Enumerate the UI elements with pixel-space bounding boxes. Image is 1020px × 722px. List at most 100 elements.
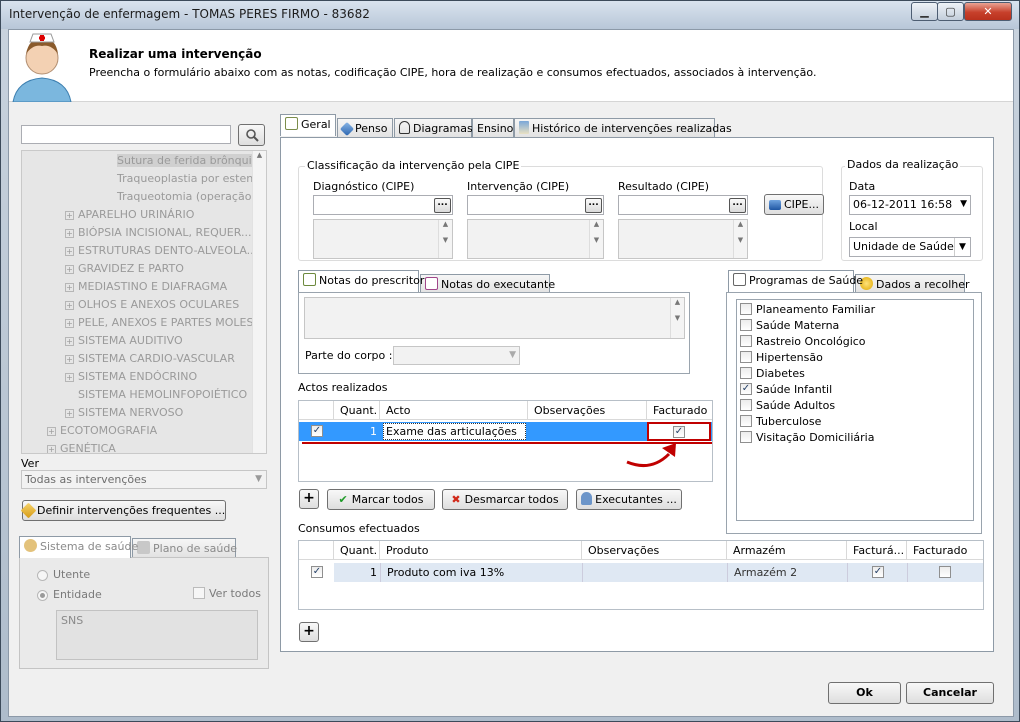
programa-item[interactable]: Rastreio Oncológico bbox=[739, 334, 969, 350]
programa-checkbox[interactable] bbox=[740, 415, 752, 427]
maximize-button[interactable]: ▢ bbox=[937, 2, 964, 21]
col-facturado[interactable]: Facturado bbox=[647, 401, 712, 420]
col-facturado[interactable]: Facturado bbox=[907, 541, 983, 560]
programa-item[interactable]: Diabetes bbox=[739, 366, 969, 382]
programas-list[interactable]: Planeamento Familiar Saúde Materna Rastrei… bbox=[736, 299, 974, 521]
expand-icon[interactable]: + bbox=[47, 427, 56, 436]
tree-item[interactable]: + BIÓPSIA INCISIONAL, REQUER... bbox=[22, 224, 251, 242]
intervencao-input[interactable] bbox=[467, 195, 604, 215]
col-acto[interactable]: Acto bbox=[380, 401, 528, 420]
tab-sistema-saude[interactable]: Sistema de saúde bbox=[19, 536, 138, 558]
local-select[interactable]: Unidade de Saúde E ▼ bbox=[849, 237, 971, 257]
expand-icon[interactable]: + bbox=[65, 409, 74, 418]
expand-icon[interactable]: + bbox=[65, 265, 74, 274]
minimize-button[interactable]: ▁ bbox=[911, 2, 938, 21]
tree-item[interactable]: + GRAVIDEZ E PARTO bbox=[22, 260, 184, 278]
executantes-button[interactable]: Executantes ... bbox=[576, 489, 682, 510]
programa-item[interactable]: Saúde Adultos bbox=[739, 398, 969, 414]
data-input[interactable]: 06-12-2011 16:58 ▼ bbox=[849, 195, 971, 215]
programa-checkbox[interactable] bbox=[740, 399, 752, 411]
programa-item[interactable]: ✓ Saúde Infantil bbox=[739, 382, 969, 398]
tree-item[interactable]: Traqueoplastia por esten... bbox=[22, 170, 264, 188]
programa-item[interactable]: Hipertensão bbox=[739, 350, 969, 366]
tree-item[interactable]: + OLHOS E ANEXOS OCULARES bbox=[22, 296, 239, 314]
close-button[interactable]: ✕ bbox=[964, 2, 1012, 21]
tree-item[interactable]: SISTEMA HEMOLINFOPOIÉTICO bbox=[22, 386, 247, 404]
tab-notas-prescritor[interactable]: Notas do prescritor bbox=[298, 270, 424, 292]
expand-icon[interactable]: + bbox=[65, 283, 74, 292]
programa-checkbox[interactable] bbox=[740, 431, 752, 443]
ver-todos-checkbox[interactable] bbox=[193, 587, 205, 599]
programa-checkbox[interactable] bbox=[740, 335, 752, 347]
tree-item[interactable]: + SISTEMA NERVOSO bbox=[22, 404, 183, 422]
table-row[interactable]: ✓ 1 Exame das articulações ✓ bbox=[299, 422, 712, 441]
resultado-browse-button[interactable]: ... bbox=[729, 198, 746, 213]
tab-diagramas[interactable]: Diagramas bbox=[394, 118, 473, 138]
tab-notas-executante[interactable]: Notas do executante bbox=[420, 274, 555, 294]
tab-historico[interactable]: Histórico de intervenções realizadas bbox=[514, 118, 732, 138]
expand-icon[interactable]: + bbox=[65, 337, 74, 346]
tab-plano-saude[interactable]: Plano de saúde bbox=[132, 538, 237, 558]
ver-select[interactable]: Todas as intervenções ▼ bbox=[21, 470, 267, 489]
programa-checkbox[interactable] bbox=[740, 351, 752, 363]
tab-geral[interactable]: Geral bbox=[280, 114, 336, 136]
programa-item[interactable]: Tuberculose bbox=[739, 414, 969, 430]
col-produto[interactable]: Produto bbox=[380, 541, 582, 560]
tree-item[interactable]: Traqueotomia (operação... bbox=[22, 188, 262, 206]
expand-icon[interactable]: + bbox=[47, 445, 56, 453]
diagnostico-input[interactable] bbox=[313, 195, 453, 215]
sns-list[interactable]: SNS bbox=[56, 610, 258, 660]
row-select-checkbox[interactable]: ✓ bbox=[311, 425, 323, 437]
desmarcar-todos-button[interactable]: ✖ Desmarcar todos bbox=[442, 489, 568, 510]
define-frequent-button[interactable]: Definir intervenções frequentes ... bbox=[20, 500, 226, 521]
intervencao-list[interactable]: ▲ ▼ bbox=[467, 219, 604, 259]
expand-icon[interactable]: + bbox=[65, 247, 74, 256]
tree-item[interactable]: + ESTRUTURAS DENTO-ALVEOLA... bbox=[22, 242, 257, 260]
intervention-tree[interactable]: Sutura de ferida brônquica Traqueoplastia… bbox=[21, 150, 267, 454]
resultado-list[interactable]: ▲ ▼ bbox=[618, 219, 748, 259]
row-facturado-checkbox[interactable] bbox=[939, 566, 951, 578]
programa-item[interactable]: Saúde Materna bbox=[739, 318, 969, 334]
expand-icon[interactable]: + bbox=[65, 373, 74, 382]
add-consumo-button[interactable]: + bbox=[299, 622, 319, 642]
row-facturavel-checkbox[interactable]: ✓ bbox=[872, 566, 884, 578]
col-quant[interactable]: Quant. bbox=[334, 541, 380, 560]
cancel-button[interactable]: Cancelar bbox=[906, 682, 994, 704]
row-facturado-checkbox[interactable]: ✓ bbox=[673, 426, 685, 438]
search-button[interactable] bbox=[238, 124, 265, 146]
diagnostico-browse-button[interactable]: ... bbox=[434, 198, 451, 213]
programa-item[interactable]: Planeamento Familiar bbox=[739, 302, 969, 318]
tree-item[interactable]: Sutura de ferida brônquica bbox=[22, 152, 265, 170]
expand-icon[interactable]: + bbox=[65, 301, 74, 310]
col-observacoes[interactable]: Observações bbox=[528, 401, 647, 420]
expand-icon[interactable]: + bbox=[65, 211, 74, 220]
cipe-button[interactable]: CIPE... bbox=[764, 194, 824, 215]
expand-icon[interactable]: + bbox=[65, 355, 74, 364]
tree-item[interactable]: + PELE, ANEXOS E PARTES MOLES bbox=[22, 314, 253, 332]
expand-icon[interactable]: + bbox=[65, 319, 74, 328]
row-acto[interactable]: Exame das articulações bbox=[383, 423, 526, 440]
programa-item[interactable]: Visitação Domiciliária bbox=[739, 430, 969, 446]
programa-checkbox[interactable] bbox=[740, 303, 752, 315]
tree-item[interactable]: + GENÉTICA bbox=[22, 440, 116, 453]
table-row[interactable]: ✓ 1 Produto com iva 13% Armazém 2 ✓ bbox=[299, 563, 983, 582]
diagnostico-list[interactable]: ▲ ▼ bbox=[313, 219, 453, 259]
row-select-checkbox[interactable]: ✓ bbox=[311, 566, 323, 578]
tree-item[interactable]: + MEDIASTINO E DIAFRAGMA bbox=[22, 278, 227, 296]
marcar-todos-button[interactable]: ✔ Marcar todos bbox=[327, 489, 435, 510]
tree-item[interactable]: + APARELHO URINÁRIO bbox=[22, 206, 194, 224]
entidade-radio[interactable] bbox=[37, 590, 48, 601]
add-acto-button[interactable]: + bbox=[299, 489, 319, 509]
col-observacoes[interactable]: Observações bbox=[582, 541, 727, 560]
tree-item[interactable]: + SISTEMA AUDITIVO bbox=[22, 332, 183, 350]
utente-radio[interactable] bbox=[37, 570, 48, 581]
tab-ensino[interactable]: Ensino bbox=[472, 118, 514, 138]
tab-dados-recolher[interactable]: Dados a recolher bbox=[855, 274, 970, 294]
title-bar[interactable]: Intervenção de enfermagem - TOMAS PERES … bbox=[1, 1, 1019, 29]
notes-textarea[interactable]: ▲ ▼ bbox=[304, 297, 685, 339]
expand-icon[interactable]: + bbox=[65, 229, 74, 238]
col-facturavel[interactable]: Facturá... bbox=[847, 541, 907, 560]
ok-button[interactable]: Ok bbox=[828, 682, 901, 704]
tree-item[interactable]: + SISTEMA CARDIO-VASCULAR bbox=[22, 350, 235, 368]
intervencao-browse-button[interactable]: ... bbox=[585, 198, 602, 213]
